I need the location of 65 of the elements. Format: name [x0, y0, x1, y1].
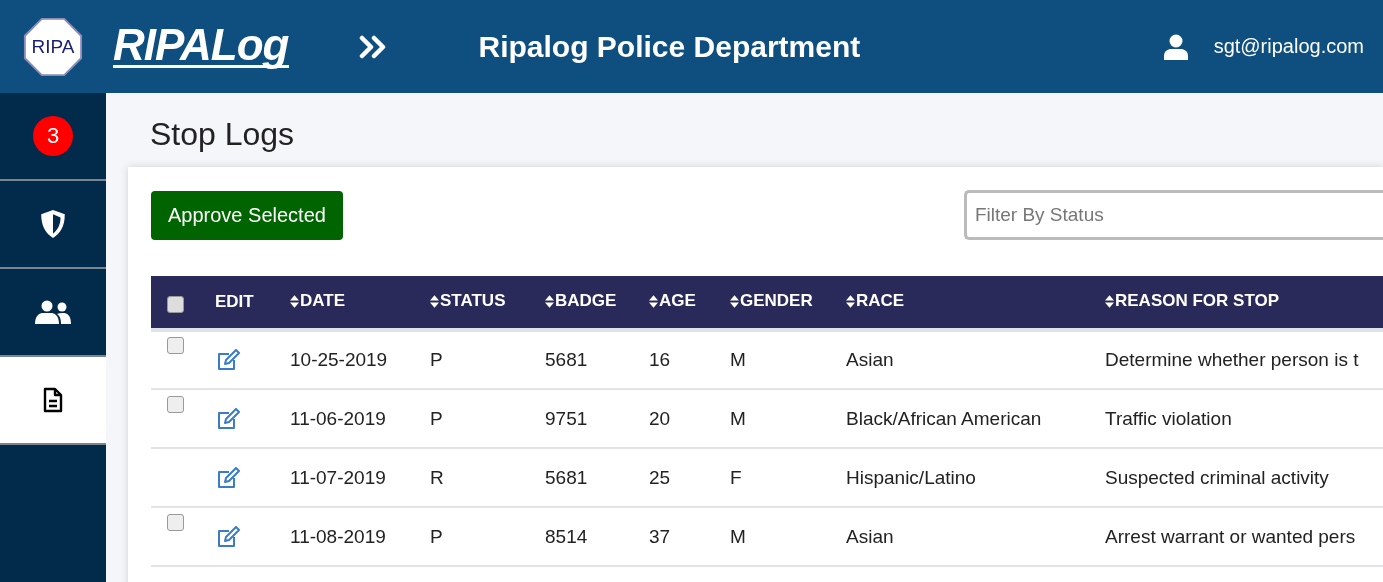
page-title: Stop Logs — [150, 115, 296, 154]
table-cell: P — [430, 525, 443, 547]
sort-icon[interactable] — [649, 294, 658, 308]
table-cell: F — [730, 466, 742, 488]
brand-logo: RIPALog — [113, 25, 289, 68]
approve-selected-button[interactable]: Approve Selected — [151, 190, 343, 240]
table-cell: Asian — [846, 525, 894, 547]
table-cell: 5681 — [545, 466, 588, 488]
column-header: RACE — [856, 291, 905, 312]
column-header: BADGE — [555, 291, 617, 312]
table-cell: Suspected criminal activity — [1105, 466, 1329, 488]
table-cell: Asian — [846, 349, 894, 370]
sort-icon[interactable] — [1105, 294, 1114, 308]
table-cell: 8514 — [545, 525, 588, 547]
table-cell: 11-07-2019 — [290, 466, 386, 488]
row-checkbox[interactable] — [167, 513, 184, 531]
table-cell: Determine whether person is t — [1105, 349, 1359, 370]
table-cell: 16 — [649, 349, 671, 370]
sidebar-item[interactable] — [0, 357, 106, 445]
table-cell: M — [730, 525, 746, 547]
document-icon — [43, 387, 63, 413]
seal-text: RIPA — [31, 35, 75, 58]
table-cell: R — [430, 466, 444, 488]
table-cell: Hispanic/Latino — [846, 466, 976, 488]
table-cell: Black/African American — [846, 407, 1042, 429]
column-header: EDIT — [215, 292, 254, 311]
edit-icon[interactable] — [217, 408, 241, 430]
column-header: AGE — [659, 291, 696, 312]
user-email[interactable]: sgt@ripalog.com — [1213, 35, 1364, 58]
department-title: Ripalog Police Department — [478, 29, 861, 64]
edit-icon[interactable] — [217, 467, 241, 489]
table-cell: 20 — [649, 407, 671, 429]
table-cell: 11-06-2019 — [290, 407, 386, 429]
user-icon[interactable] — [1163, 33, 1188, 60]
table-cell: 11-08-2019 — [290, 525, 386, 547]
table-cell: 25 — [649, 466, 671, 488]
sort-icon[interactable] — [430, 294, 439, 308]
shield-icon — [40, 209, 66, 239]
table-cell: Traffic violation — [1105, 407, 1232, 429]
sort-icon[interactable] — [290, 294, 299, 308]
sort-icon[interactable] — [545, 294, 554, 308]
notification-badge: 3 — [33, 116, 73, 156]
table-cell: 37 — [649, 525, 671, 547]
column-header: DATE — [300, 291, 345, 312]
seal-logo-icon — [23, 16, 83, 77]
table-cell: P — [430, 349, 443, 370]
table-cell: M — [730, 407, 746, 429]
edit-icon[interactable] — [217, 349, 241, 372]
select-all-checkbox[interactable] — [167, 295, 184, 313]
filter-field[interactable]: Filter By Status — [963, 190, 1383, 240]
people-icon — [35, 300, 71, 324]
table-cell: M — [730, 349, 746, 370]
row-checkbox[interactable] — [167, 395, 184, 413]
row-checkbox[interactable] — [167, 337, 184, 354]
edit-icon[interactable] — [217, 526, 241, 548]
column-header: GENDER — [740, 291, 813, 312]
sort-icon[interactable] — [846, 294, 855, 308]
table-cell: Arrest warrant or wanted pers — [1105, 525, 1356, 547]
table-cell: P — [430, 407, 443, 429]
column-header: STATUS — [440, 291, 506, 312]
table-cell: 10-25-2019 — [290, 349, 388, 370]
table-cell: 9751 — [545, 407, 588, 429]
table-cell: 5681 — [545, 349, 588, 370]
sort-icon[interactable] — [730, 294, 739, 308]
column-header: REASON FOR STOP — [1115, 291, 1280, 312]
